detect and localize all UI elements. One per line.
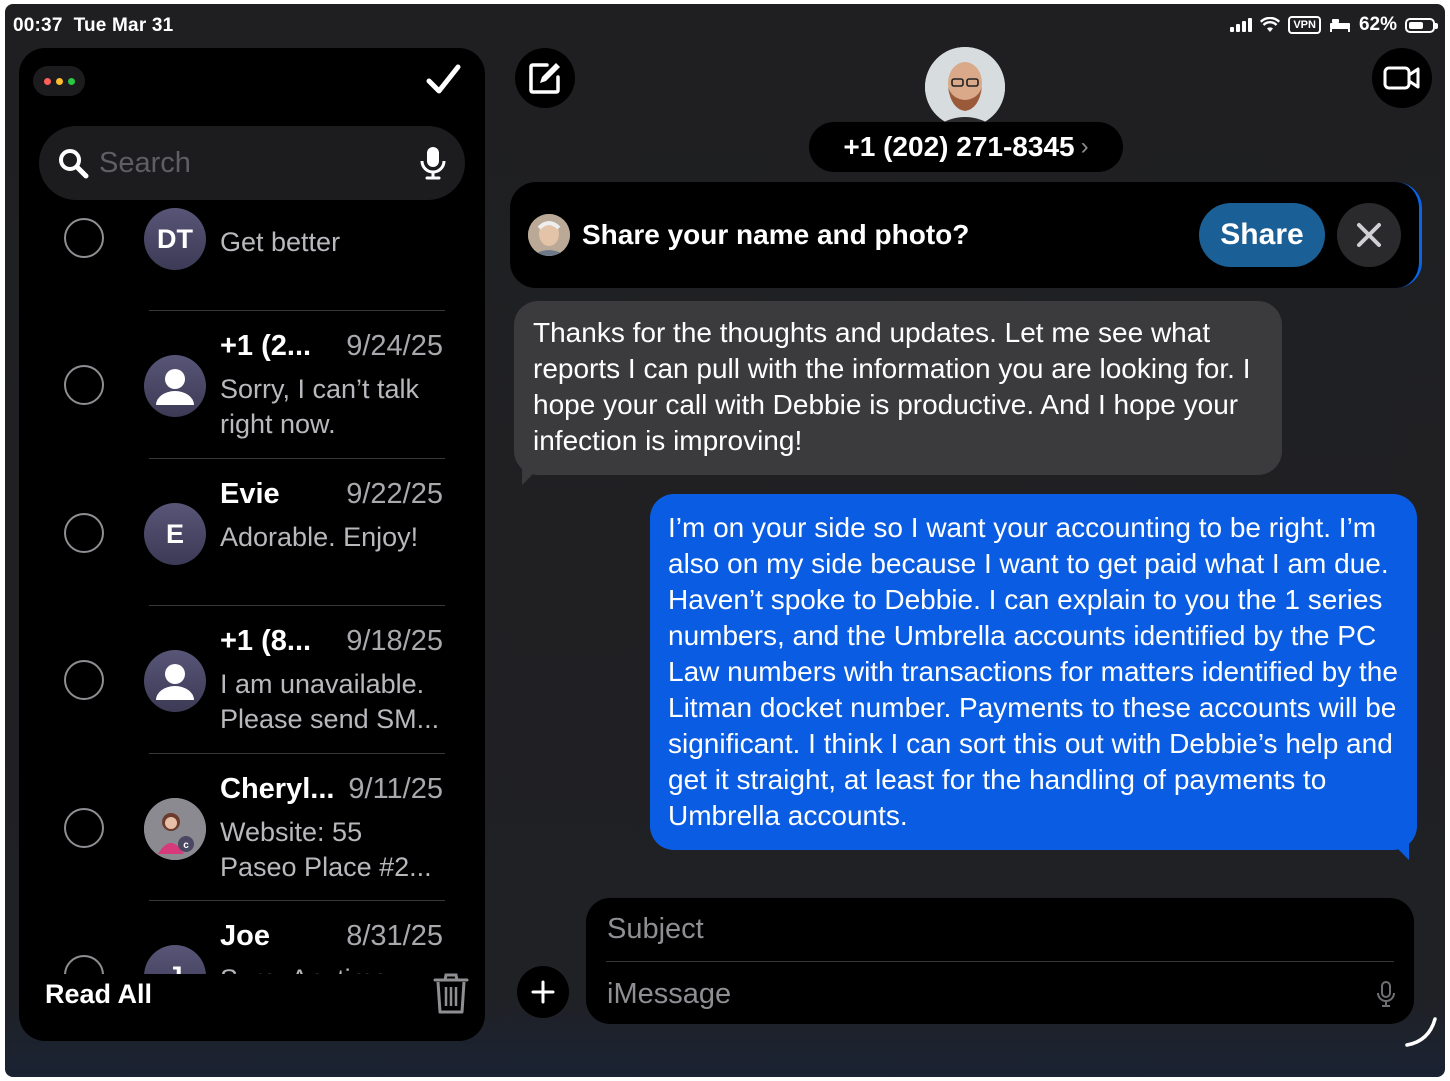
- search-bar[interactable]: Search: [39, 126, 465, 200]
- share-prompt-text: Share your name and photo?: [582, 219, 970, 250]
- incoming-message-bubble[interactable]: Thanks for the thoughts and updates. Let…: [514, 301, 1282, 475]
- battery-icon: [1405, 17, 1438, 33]
- add-attachment-button[interactable]: [517, 966, 569, 1018]
- contact-number: +1 (202) 271-8345: [843, 131, 1075, 162]
- contact-name: +1 (8...: [220, 625, 312, 657]
- contact-name-button[interactable]: +1 (202) 271-8345 ›: [809, 122, 1123, 172]
- message-preview: Website: 55 Paseo Place #2...: [220, 817, 432, 882]
- message-input[interactable]: iMessage: [607, 978, 731, 1011]
- compose-icon: [529, 63, 560, 94]
- message-date: 9/22/25: [346, 478, 443, 510]
- message-date: 9/11/25: [348, 773, 443, 805]
- conversation-row[interactable]: +1 (2... 9/24/25 Sorry, I can’t talk rig…: [19, 311, 485, 459]
- battery-percent: 62%: [1358, 14, 1397, 35]
- contact-name: +1 (2...: [220, 330, 312, 362]
- contact-name: Joe: [220, 920, 270, 952]
- video-camera-icon: [1383, 66, 1420, 90]
- trash-icon[interactable]: [431, 971, 471, 1015]
- select-radio[interactable]: [64, 808, 104, 848]
- message-preview: Sorry, I can’t talk right now.: [220, 374, 420, 439]
- conversation-row[interactable]: c Cheryl... 9/11/25 Website: 55 Paseo Pl…: [19, 754, 485, 902]
- conversation-row[interactable]: J Joe 8/31/25 Sure. Anytime: [19, 901, 485, 974]
- share-button[interactable]: Share: [1199, 203, 1325, 267]
- cellular-signal-icon: [1230, 18, 1253, 32]
- avatar-photo: c: [144, 798, 206, 860]
- select-radio[interactable]: [64, 365, 104, 405]
- message-composer: Subject iMessage: [586, 898, 1414, 1024]
- read-all-button[interactable]: Read All: [45, 979, 152, 1010]
- search-input[interactable]: Search: [99, 147, 419, 180]
- select-radio[interactable]: [64, 513, 104, 553]
- close-banner-button[interactable]: [1337, 203, 1401, 267]
- plus-icon: [531, 980, 555, 1004]
- avatar-person-icon: [144, 650, 206, 712]
- window-resize-handle-icon[interactable]: [1403, 1013, 1439, 1049]
- conversation-row[interactable]: DT Get better: [19, 208, 485, 316]
- status-indicators: VPN 62%: [1230, 14, 1438, 36]
- sleep-focus-icon: [1329, 19, 1350, 32]
- sidebar-toolbar: Read All: [19, 971, 485, 1041]
- subject-field[interactable]: Subject: [607, 913, 704, 946]
- contact-name: Evie: [220, 478, 280, 510]
- window-controls[interactable]: [33, 66, 85, 96]
- message-preview: I am unavailable. Please send SM...: [220, 669, 440, 734]
- compose-button[interactable]: [515, 48, 575, 108]
- contact-name: Cheryl...: [220, 773, 335, 805]
- conversation-row[interactable]: E Evie 9/22/25 Adorable. Enjoy!: [19, 459, 485, 607]
- ipad-screen: 00:37 Tue Mar 31 VPN 62% Search DT Get b…: [5, 4, 1445, 1077]
- message-date: 8/31/25: [346, 920, 443, 952]
- message-preview: Adorable. Enjoy!: [220, 522, 419, 552]
- avatar: E: [144, 503, 206, 565]
- conversation-sidebar: Search DT Get better +1 (2... 9/24/25 So…: [19, 48, 485, 1041]
- vpn-badge: VPN: [1288, 16, 1321, 34]
- message-preview: Get better: [220, 227, 341, 257]
- avatar-person-icon: [144, 355, 206, 417]
- outgoing-message-bubble[interactable]: I’m on your side so I want your accounti…: [650, 494, 1417, 850]
- status-bar: 00:37 Tue Mar 31 VPN 62%: [5, 4, 1445, 48]
- composer-divider: [606, 961, 1394, 962]
- checkmark-done-icon[interactable]: [421, 58, 465, 102]
- search-icon: [59, 149, 89, 179]
- close-icon: [1357, 223, 1381, 247]
- svg-text:c: c: [183, 840, 189, 851]
- dictation-microphone-icon[interactable]: [1376, 980, 1396, 1008]
- select-radio[interactable]: [64, 218, 104, 258]
- conversation-list: DT Get better +1 (2... 9/24/25 Sorry, I …: [19, 208, 485, 974]
- chevron-right-icon: ›: [1080, 133, 1089, 160]
- share-name-photo-banner: Share your name and photo? Share: [510, 182, 1422, 288]
- status-time: 00:37 Tue Mar 31: [13, 15, 174, 36]
- microphone-icon[interactable]: [419, 145, 447, 181]
- wifi-icon: [1260, 17, 1281, 32]
- avatar: DT: [144, 208, 206, 270]
- message-date: 9/24/25: [346, 330, 443, 362]
- message-date: 9/18/25: [346, 625, 443, 657]
- facetime-button[interactable]: [1372, 48, 1432, 108]
- my-avatar: [528, 214, 570, 256]
- avatar: J: [144, 945, 206, 974]
- conversation-row[interactable]: +1 (8... 9/18/25 I am unavailable. Pleas…: [19, 606, 485, 754]
- select-radio[interactable]: [64, 660, 104, 700]
- contact-avatar[interactable]: [925, 47, 1005, 127]
